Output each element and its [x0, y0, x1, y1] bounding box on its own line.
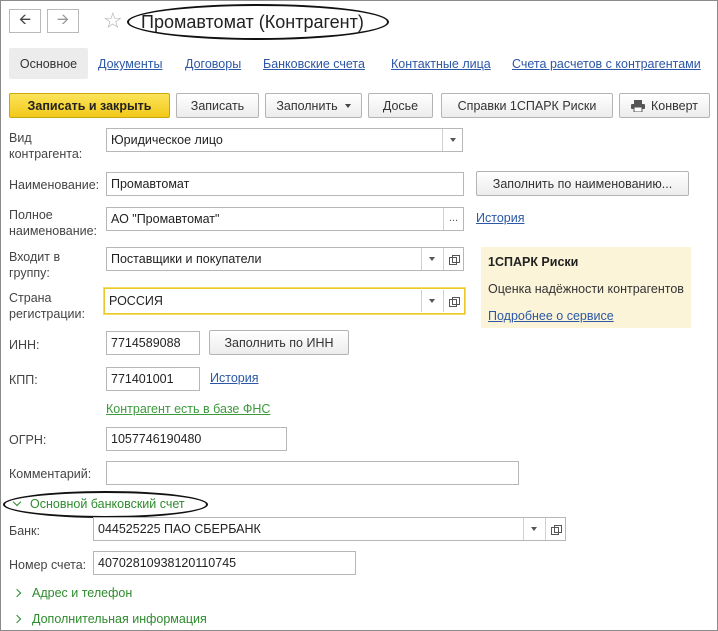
account-label: Номер счета:	[9, 558, 87, 572]
dossier-button[interactable]: Досье	[368, 93, 433, 118]
group-dropdown-button[interactable]	[421, 248, 441, 270]
kpp-label: КПП:	[9, 373, 38, 387]
fill-by-name-button[interactable]: Заполнить по наименованию...	[476, 171, 689, 196]
country-value: РОССИЯ	[109, 294, 163, 308]
tab-documents[interactable]: Документы	[98, 57, 162, 71]
save-button[interactable]: Записать	[176, 93, 259, 118]
inn-label: ИНН:	[9, 338, 40, 352]
comment-label: Комментарий:	[9, 467, 92, 481]
envelope-button-label: Конверт	[651, 98, 698, 113]
tab-bank-accounts[interactable]: Банковские счета	[263, 57, 365, 71]
ogrn-value: 1057746190480	[111, 432, 202, 446]
chevron-down-icon	[449, 138, 456, 142]
envelope-button[interactable]: Конверт	[619, 93, 710, 118]
group-select[interactable]: Поставщики и покупатели	[106, 247, 464, 271]
account-input[interactable]: 40702810938120110745	[93, 551, 356, 575]
tab-settlement-accounts[interactable]: Счета расчетов с контрагентами	[512, 57, 701, 71]
printer-icon	[631, 99, 645, 112]
kind-label: Вид контрагента:	[9, 131, 83, 161]
open-icon	[449, 296, 460, 307]
chevron-down-icon	[530, 527, 537, 531]
bank-open-button[interactable]	[545, 518, 565, 540]
group-open-button[interactable]	[443, 248, 463, 270]
fill-dropdown-button[interactable]: Заполнить	[265, 93, 362, 118]
tab-contact-persons[interactable]: Контактные лица	[391, 57, 491, 71]
tab-main[interactable]: Основное	[9, 48, 88, 79]
open-icon	[449, 254, 460, 265]
bank-select[interactable]: 044525225 ПАО СБЕРБАНК	[93, 517, 566, 541]
back-button[interactable]: 🡨	[9, 9, 41, 33]
tab-contracts[interactable]: Договоры	[185, 57, 241, 71]
open-icon	[551, 524, 562, 535]
chevron-down-icon	[428, 299, 435, 303]
chevron-down-icon	[344, 103, 351, 108]
inn-value: 7714589088	[111, 336, 181, 350]
comment-input[interactable]	[106, 461, 519, 485]
ogrn-label: ОГРН:	[9, 433, 47, 447]
bank-value: 044525225 ПАО СБЕРБАНК	[98, 522, 261, 536]
kpp-value: 771401001	[111, 372, 174, 386]
country-open-button[interactable]	[443, 290, 463, 312]
bank-label: Банк:	[9, 524, 40, 538]
address-section-title: Адрес и телефон	[32, 586, 133, 600]
kpp-history-link[interactable]: История	[210, 371, 258, 385]
group-value: Поставщики и покупатели	[111, 252, 262, 266]
chevron-right-icon	[12, 614, 22, 624]
forward-button[interactable]: 🡪	[47, 9, 79, 33]
arrow-right-icon: 🡪	[56, 10, 70, 28]
spark-more-link[interactable]: Подробнее о сервисе	[488, 309, 614, 323]
ogrn-input[interactable]: 1057746190480	[106, 427, 287, 451]
name-input[interactable]: Промавтомат	[106, 172, 464, 196]
page-title: Промавтомат (Контрагент)	[141, 12, 364, 32]
name-value: Промавтомат	[111, 177, 190, 191]
bank-dropdown-button[interactable]	[523, 518, 543, 540]
arrow-left-icon: 🡨	[18, 10, 32, 28]
name-label: Наименование:	[9, 178, 100, 192]
fullname-label: Полное наименование:	[9, 208, 98, 238]
kind-select[interactable]: Юридическое лицо	[106, 128, 463, 152]
fullname-history-link[interactable]: История	[476, 211, 524, 225]
kind-value: Юридическое лицо	[111, 133, 223, 147]
fullname-more-button[interactable]: ...	[443, 208, 463, 230]
group-label: Входит в группу:	[9, 250, 61, 280]
account-value: 40702810938120110745	[98, 556, 237, 570]
extra-section-toggle[interactable]: Дополнительная информация	[12, 612, 207, 626]
bank-section-toggle[interactable]: Основной банковский счет	[12, 497, 185, 511]
fullname-input[interactable]: АО "Промавтомат"	[106, 207, 464, 231]
chevron-down-icon	[12, 497, 22, 507]
bank-section-title: Основной банковский счет	[30, 497, 185, 511]
extra-section-title: Дополнительная информация	[32, 612, 207, 626]
country-dropdown-button[interactable]	[421, 290, 441, 312]
spark-subtitle: Оценка надёжности контрагентов	[488, 282, 684, 296]
fullname-value: АО "Промавтомат"	[111, 212, 220, 226]
spark-title: 1СПАРК Риски	[488, 255, 579, 269]
chevron-right-icon	[12, 588, 22, 598]
address-section-toggle[interactable]: Адрес и телефон	[12, 586, 133, 600]
country-select[interactable]: РОССИЯ	[104, 288, 465, 314]
country-label: Страна регистрации:	[9, 291, 85, 321]
ellipsis-icon: ...	[448, 212, 459, 224]
kpp-input[interactable]: 771401001	[106, 367, 200, 391]
fns-link[interactable]: Контрагент есть в базе ФНС	[106, 402, 270, 416]
kind-dropdown-button[interactable]	[442, 129, 462, 151]
fill-by-inn-button[interactable]: Заполнить по ИНН	[209, 330, 349, 355]
chevron-down-icon	[428, 257, 435, 261]
inn-input[interactable]: 7714589088	[106, 331, 200, 355]
star-icon[interactable]: ☆	[103, 9, 123, 33]
save-and-close-button[interactable]: Записать и закрыть	[9, 93, 170, 118]
spark-reports-button[interactable]: Справки 1СПАРК Риски	[441, 93, 613, 118]
fill-button-label: Заполнить	[276, 98, 338, 113]
